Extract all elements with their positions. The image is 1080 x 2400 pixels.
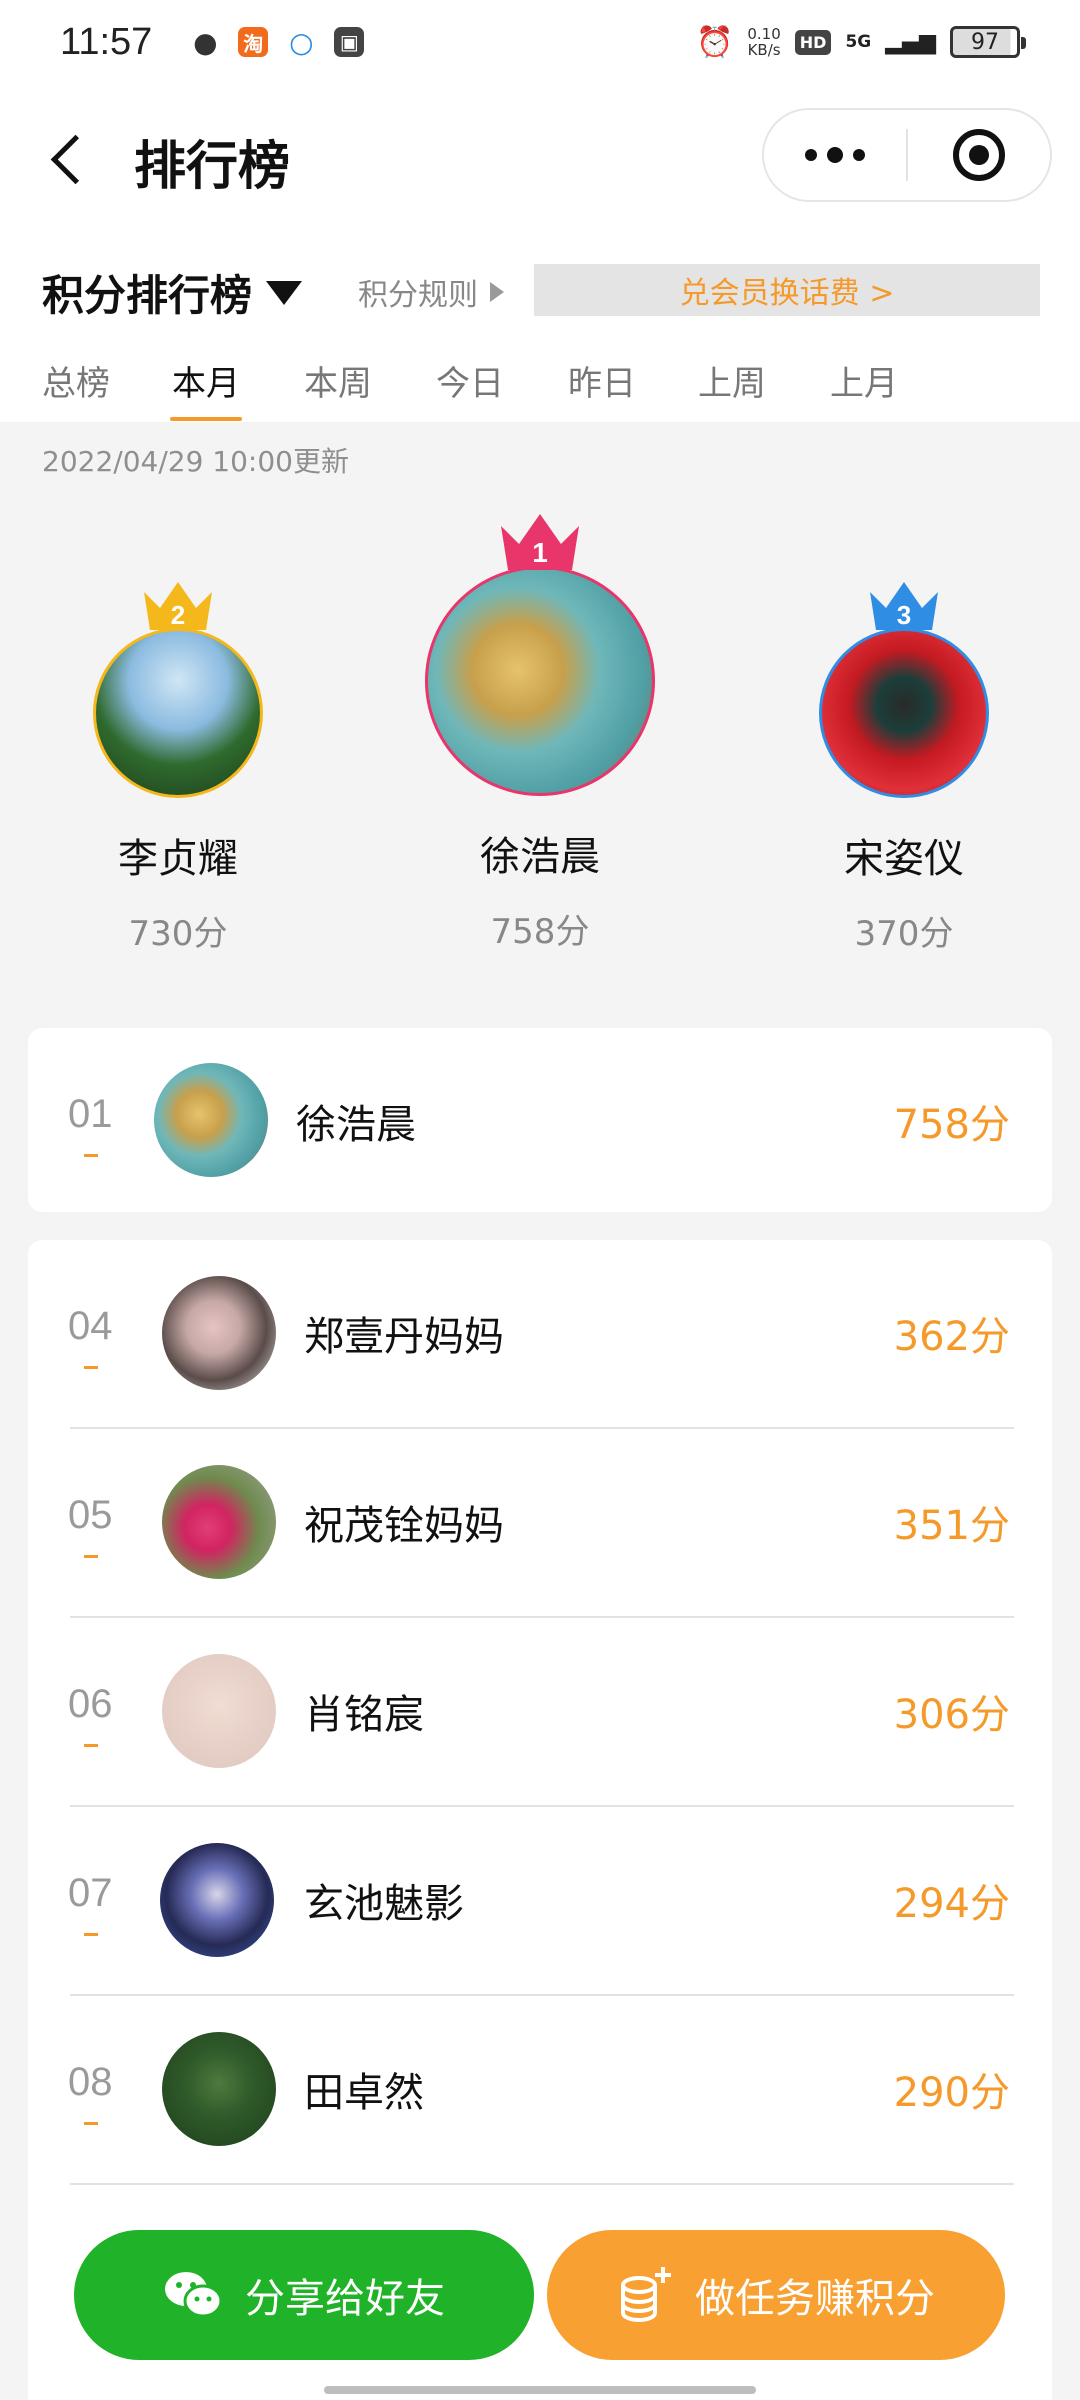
rank-selector-bar: 积分排行榜 积分规则 兑会员换话费 > xyxy=(0,234,1080,342)
user-name: 郑壹丹妈妈 xyxy=(304,1314,504,1360)
alarm-icon: ⏰ xyxy=(696,24,734,60)
crown-icon: 1 xyxy=(497,510,583,574)
rank-number: 04 xyxy=(68,1304,113,1369)
user-score: 758分 xyxy=(893,1102,1010,1148)
list-item[interactable]: 08 田卓然 290分 xyxy=(28,1996,1052,2185)
page-title: 排行榜 xyxy=(134,137,291,197)
crown-icon: 2 xyxy=(140,578,216,634)
wechat-icon: ● xyxy=(193,25,218,59)
rank-type-label: 积分排行榜 xyxy=(42,271,253,320)
tab-last-month[interactable]: 上月 xyxy=(830,356,898,405)
battery-icon: 97 xyxy=(950,26,1026,58)
podium-second[interactable]: 2 李贞耀 730分 xyxy=(58,578,298,955)
more-dots-icon[interactable] xyxy=(764,110,906,200)
user-score: 362分 xyxy=(893,1314,1010,1360)
task-label: 做任务赚积分 xyxy=(695,2276,935,2322)
crown-rank: 3 xyxy=(897,600,911,630)
signal-5g: 5G xyxy=(845,32,872,52)
tab-this-month[interactable]: 本月 xyxy=(170,356,242,421)
rank-number: 07 xyxy=(68,1871,113,1936)
avatar xyxy=(160,1843,274,1957)
tab-this-week[interactable]: 本周 xyxy=(304,356,372,405)
net-speed: 0.10 xyxy=(747,25,781,43)
podium-score: 758分 xyxy=(490,912,590,952)
home-indicator[interactable] xyxy=(324,2386,756,2394)
exchange-banner[interactable]: 兑会员换话费 > xyxy=(534,264,1040,316)
podium-score: 370分 xyxy=(854,914,954,954)
caret-right-icon xyxy=(490,282,504,302)
user-name: 玄池魅影 xyxy=(304,1881,464,1927)
crown-icon: 3 xyxy=(866,578,942,634)
rank-type-dropdown[interactable]: 积分排行榜 xyxy=(42,262,303,323)
title-bar: 排行榜 xyxy=(0,84,1080,234)
divider xyxy=(70,2183,1014,2185)
avatar xyxy=(162,1654,276,1768)
crown-rank: 1 xyxy=(532,537,548,568)
back-button[interactable] xyxy=(44,129,104,189)
share-label: 分享给好友 xyxy=(245,2276,445,2322)
podium-name: 宋姿仪 xyxy=(844,836,964,882)
updated-time: 2022/04/29 10:00更新 xyxy=(42,445,349,478)
user-name: 田卓然 xyxy=(304,2070,424,2116)
avatar xyxy=(819,628,989,798)
shopping-bag-icon: ▣ xyxy=(334,27,365,57)
rules-link[interactable]: 积分规则 xyxy=(358,270,504,314)
tab-last-week[interactable]: 上周 xyxy=(698,356,766,405)
tab-today[interactable]: 今日 xyxy=(436,356,504,405)
taobao-icon: 淘 xyxy=(238,27,269,57)
earn-points-button[interactable]: 做任务赚积分 xyxy=(547,2230,1005,2360)
list-item[interactable]: 06 肖铭宸 306分 xyxy=(28,1618,1052,1807)
user-score: 290分 xyxy=(893,2070,1010,2116)
ranking-list: 04 郑壹丹妈妈 362分 05 祝茂铨妈妈 351分 06 肖铭宸 306分 … xyxy=(28,1240,1052,2400)
podium-third[interactable]: 3 宋姿仪 370分 xyxy=(784,578,1024,955)
hd-badge: HD xyxy=(794,29,832,55)
podium-score: 730分 xyxy=(128,914,228,954)
status-time: 11:57 xyxy=(60,20,153,63)
rank-number: 06 xyxy=(68,1682,113,1747)
avatar xyxy=(162,1465,276,1579)
crown-rank: 2 xyxy=(171,600,185,630)
signal-bars-icon: ▂▄▆ xyxy=(885,29,936,55)
tab-total[interactable]: 总榜 xyxy=(42,356,110,405)
list-item[interactable]: 05 祝茂铨妈妈 351分 xyxy=(28,1429,1052,1618)
avatar xyxy=(162,2032,276,2146)
battery-level: 97 xyxy=(971,29,999,55)
caret-down-icon xyxy=(266,280,303,305)
period-tabs: 总榜 本月 本周 今日 昨日 上周 上月 xyxy=(0,342,1080,422)
podium-name: 李贞耀 xyxy=(118,836,238,882)
rank-number: 08 xyxy=(68,2060,113,2125)
user-score: 351分 xyxy=(893,1503,1010,1549)
net-unit: KB/s xyxy=(747,41,781,59)
tab-yesterday[interactable]: 昨日 xyxy=(568,356,636,405)
user-name: 徐浩晨 xyxy=(296,1102,416,1148)
user-score: 294分 xyxy=(893,1881,1010,1927)
list-item[interactable]: 07 玄池魅影 294分 xyxy=(28,1807,1052,1996)
podium-name: 徐浩晨 xyxy=(480,834,600,880)
miniprogram-capsule xyxy=(762,108,1052,202)
avatar xyxy=(162,1276,276,1390)
status-bar: 11:57 ● 淘 ○ ▣ ⏰ 0.10 KB/s HD 5G ▂▄▆ 97 xyxy=(0,0,1080,84)
avatar xyxy=(93,628,263,798)
user-name: 肖铭宸 xyxy=(304,1692,424,1738)
my-rank-card[interactable]: 01 徐浩晨 758分 xyxy=(28,1028,1052,1212)
user-name: 祝茂铨妈妈 xyxy=(304,1503,504,1549)
coin-stack-icon xyxy=(621,2267,671,2322)
podium-first[interactable]: 1 徐浩晨 758分 xyxy=(409,510,671,953)
target-icon[interactable] xyxy=(908,110,1050,200)
rank-number: 01 xyxy=(68,1092,113,1157)
list-item[interactable]: 04 郑壹丹妈妈 362分 xyxy=(28,1240,1052,1429)
avatar xyxy=(425,566,655,796)
rank-number: 05 xyxy=(68,1493,113,1558)
wechat-icon xyxy=(165,2272,223,2318)
rules-label: 积分规则 xyxy=(358,278,478,313)
chat-bubble-icon: ○ xyxy=(289,25,314,59)
user-score: 306分 xyxy=(893,1692,1010,1738)
avatar xyxy=(154,1063,268,1177)
share-button[interactable]: 分享给好友 xyxy=(74,2230,534,2360)
